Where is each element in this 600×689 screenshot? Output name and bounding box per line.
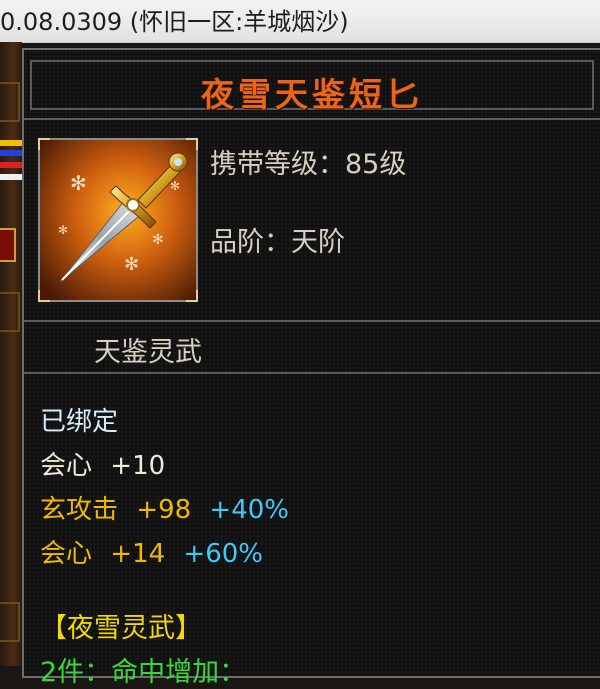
svg-text:✻: ✻ [124,254,139,275]
bound-status: 已绑定 [40,407,119,437]
svg-text:✻: ✻ [152,232,164,248]
stat-name: 会心 [40,539,93,569]
stats-list: 已绑定 会心 +10 玄攻击 +98 +40% 会心 +14 +60% [40,400,289,576]
stat-line: 玄攻击 +98 +40% [40,488,289,532]
item-grade: 品阶：天阶 [210,227,345,258]
stat-bonus: +60% [183,539,263,569]
side-bar-white [0,174,22,180]
side-red-button[interactable] [0,228,16,262]
divider [24,320,600,322]
frame-corner [186,138,198,150]
stat-value: +14 [110,539,166,569]
svg-text:✻: ✻ [58,223,68,237]
frame-corner [38,290,50,302]
stat-value: +98 [136,495,192,525]
window-title: 0.08.0309 (怀旧一区:羊城烟沙) [0,8,349,36]
stat-name: 会心 [40,451,93,481]
dagger-icon: ✻ ✻ ✻ ✻ ✻ [40,140,196,300]
side-bar-blue [0,150,22,156]
side-frame [0,82,20,122]
stat-name: 玄攻击 [40,495,119,525]
frame-corner [38,138,50,150]
stat-line: 会心 +14 +60% [40,532,289,576]
side-bar-red [0,162,22,168]
side-bar-yellow [0,140,22,146]
item-tooltip: 夜雪天鉴短匕 ✻ ✻ ✻ ✻ ✻ 携带等级：85级 品阶：天阶 天鉴灵武 已绑定… [22,48,600,688]
frame-corner [186,290,198,302]
window-titlebar[interactable]: 0.08.0309 (怀旧一区:羊城烟沙) [0,0,600,43]
divider [24,372,600,374]
stat-value: +10 [110,451,166,481]
side-frame [0,602,20,642]
carry-level: 携带等级：85级 [210,149,407,180]
side-frame [0,292,20,332]
item-series: 天鉴灵武 [94,337,202,368]
game-side-strip [0,42,22,666]
item-name: 夜雪天鉴短匕 [201,75,423,114]
item-name-header: 夜雪天鉴短匕 [30,60,594,114]
svg-text:✻: ✻ [70,171,87,195]
set-effect: 2件：命中增加： [40,657,247,688]
set-name: 【夜雪灵武】 [40,613,202,644]
stat-line: 会心 +10 [40,444,289,488]
item-icon-frame[interactable]: ✻ ✻ ✻ ✻ ✻ [38,138,198,302]
stat-bonus: +40% [209,495,289,525]
divider [24,118,600,120]
